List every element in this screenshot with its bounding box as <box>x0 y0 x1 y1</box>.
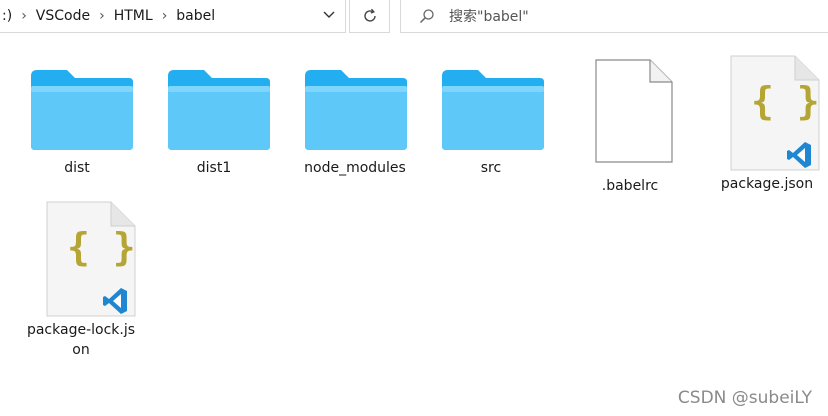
refresh-button[interactable] <box>349 0 390 33</box>
file-name: package.json <box>720 176 814 192</box>
json-file-icon: { } <box>730 55 820 171</box>
file-name: dist1 <box>196 160 232 176</box>
breadcrumb-drive[interactable]: :) <box>0 8 15 24</box>
search-icon <box>419 8 434 23</box>
file-name: node_modules <box>304 160 406 176</box>
file-icon <box>595 59 673 163</box>
file-item-node-modules[interactable]: node_modules <box>301 66 411 178</box>
folder-icon <box>168 70 270 150</box>
address-dropdown-button[interactable] <box>321 7 337 23</box>
file-name-line2: on <box>72 342 90 358</box>
search-placeholder: 搜索"babel" <box>449 8 529 25</box>
explorer-toolbar: :) › VSCode › HTML › babel 搜索"babel" <box>0 0 828 34</box>
file-item-package-json[interactable]: { } package.json <box>706 54 828 194</box>
search-box[interactable]: 搜索"babel" <box>400 0 828 33</box>
file-item-package-lock-json[interactable]: { } package-lock.js on <box>22 200 146 360</box>
file-name-line1: package-lock.js <box>26 322 136 338</box>
file-name: .babelrc <box>601 178 659 194</box>
breadcrumb-separator-icon[interactable]: › <box>156 8 174 24</box>
file-item-babelrc[interactable]: .babelrc <box>572 58 688 196</box>
file-name: src <box>480 160 502 176</box>
breadcrumb-separator-icon[interactable]: › <box>93 8 111 24</box>
json-file-icon: { } <box>46 201 136 317</box>
breadcrumb-html[interactable]: HTML <box>111 8 156 24</box>
folder-icon <box>305 70 407 150</box>
braces-icon: { } <box>751 79 820 123</box>
address-bar[interactable]: :) › VSCode › HTML › babel <box>0 0 346 33</box>
file-name: dist <box>64 160 90 176</box>
folder-icon <box>442 70 544 150</box>
chevron-down-icon <box>323 11 335 18</box>
breadcrumb-vscode[interactable]: VSCode <box>33 8 93 24</box>
refresh-icon <box>363 8 376 22</box>
file-item-dist[interactable]: dist <box>27 66 137 178</box>
folder-icon <box>31 70 133 150</box>
file-item-dist1[interactable]: dist1 <box>164 66 274 178</box>
breadcrumb-separator-icon[interactable]: › <box>15 8 33 24</box>
file-item-src[interactable]: src <box>438 66 548 178</box>
watermark: CSDN @subeiLY <box>677 388 812 408</box>
braces-icon: { } <box>67 225 136 269</box>
breadcrumb: :) › VSCode › HTML › babel <box>0 8 218 24</box>
breadcrumb-babel[interactable]: babel <box>173 8 218 24</box>
